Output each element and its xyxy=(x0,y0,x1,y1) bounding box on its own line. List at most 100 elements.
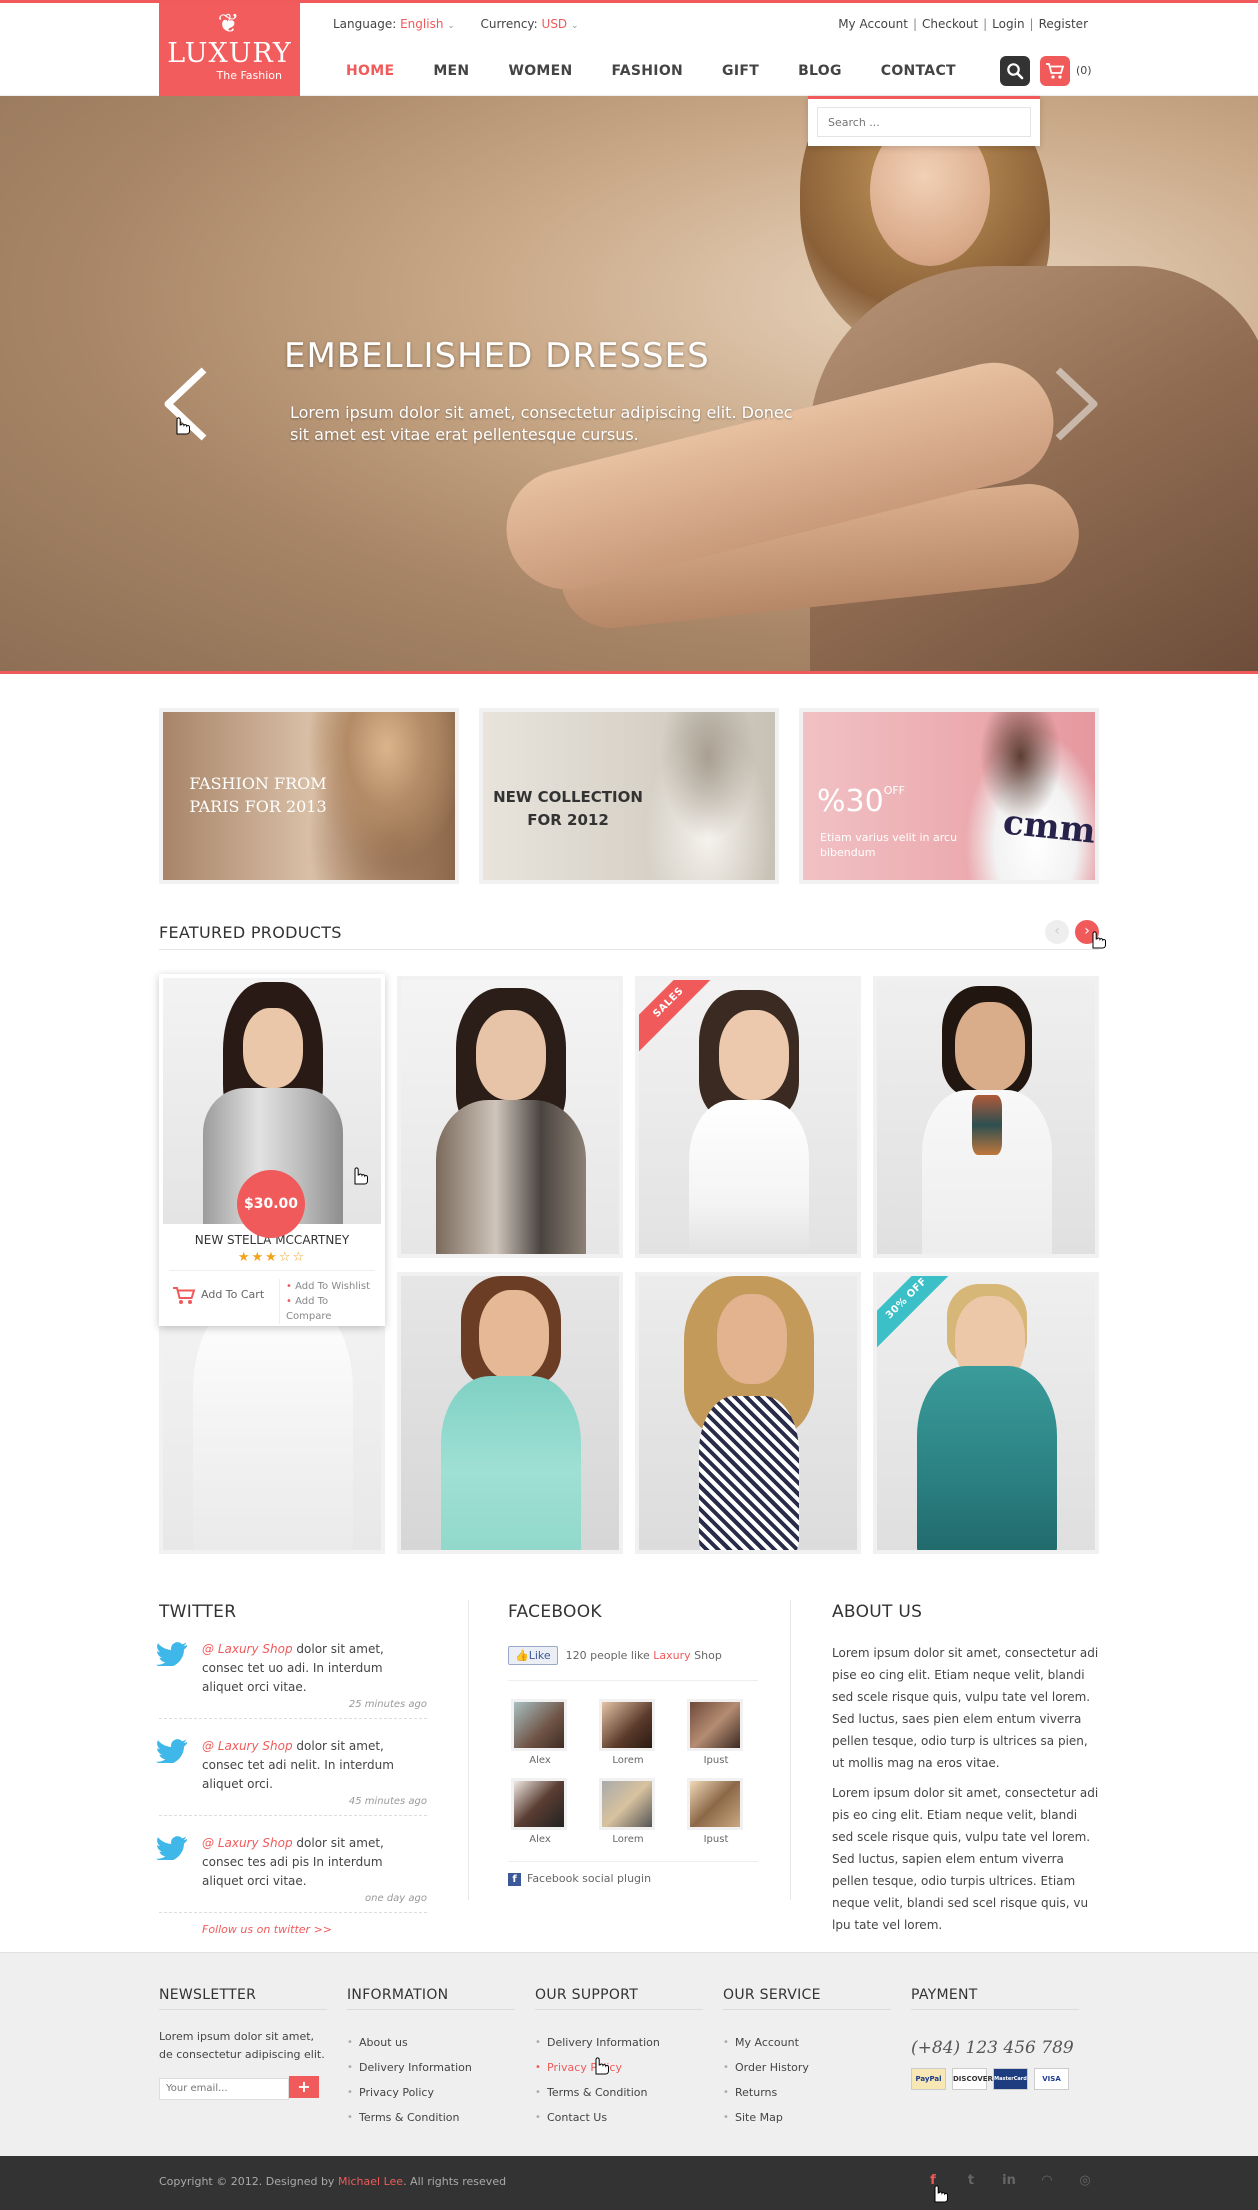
about-paragraph: Lorem ipsum dolor sit amet, consectetur … xyxy=(832,1786,1099,1932)
nav-home[interactable]: HOME xyxy=(346,63,394,79)
footer-link[interactable]: Terms & Condition xyxy=(347,2105,515,2130)
footer-link[interactable]: Returns xyxy=(723,2080,891,2105)
featured-title: FEATURED PRODUCTS xyxy=(159,923,342,942)
cart-button[interactable] xyxy=(1040,56,1070,86)
promo-banner-subtext: Etiam varius velit in arcu bibendum xyxy=(820,831,958,859)
paypal-icon: PayPal xyxy=(911,2068,946,2090)
newsletter-submit-button[interactable]: + xyxy=(289,2076,319,2098)
follow-twitter-link[interactable]: Follow us on twitter >> xyxy=(202,1923,427,1936)
linkedin-icon[interactable]: in xyxy=(1000,2172,1018,2190)
search-input[interactable] xyxy=(817,107,1031,137)
copyright: Copyright © 2012. Designed by Michael Le… xyxy=(159,2175,507,2188)
chevron-down-icon[interactable]: ⌄ xyxy=(571,21,579,31)
footer-link[interactable]: Terms & Condition xyxy=(535,2080,703,2105)
fan-avatar[interactable]: Lorem xyxy=(599,1778,657,1845)
nav-contact[interactable]: CONTACT xyxy=(881,63,956,79)
tweet-handle[interactable]: @ Laxury Shop xyxy=(202,1836,293,1850)
tweet-handle[interactable]: @ Laxury Shop xyxy=(202,1739,293,1753)
promo-banner-collection[interactable]: NEW COLLECTION FOR 2012 xyxy=(479,708,779,884)
product-card[interactable] xyxy=(873,976,1099,1258)
language-select[interactable]: English xyxy=(400,17,443,31)
payment-cards: PayPal DISCOVER MasterCard VISA xyxy=(911,2068,1079,2090)
column-divider xyxy=(790,1600,791,1900)
footer-link-active[interactable]: Privacy Policy xyxy=(535,2055,703,2080)
language-label: Language: xyxy=(333,17,397,31)
hero-text: Lorem ipsum dolor sit amet, consectetur … xyxy=(290,403,793,444)
rating-stars-icon: ★★★☆☆ xyxy=(237,1250,307,1265)
phone-number: (+84) 123 456 789 xyxy=(911,2038,1074,2058)
logo-brand: LUXURY xyxy=(167,38,292,69)
fan-avatar[interactable]: Alex xyxy=(511,1699,569,1766)
fan-avatar[interactable]: Ipust xyxy=(687,1699,745,1766)
locale-switchers: Language: English ⌄ Currency: USD ⌄ xyxy=(333,17,579,31)
product-card[interactable] xyxy=(635,1272,861,1554)
twitter-icon[interactable]: t xyxy=(962,2172,980,2190)
footer-link[interactable]: About us xyxy=(347,2030,515,2055)
add-to-compare-link[interactable]: • Add To Compare xyxy=(286,1294,375,1324)
rss-icon[interactable]: ◠ xyxy=(1038,2172,1056,2190)
designer-link[interactable]: Michael Lee xyxy=(338,2175,403,2188)
search-button[interactable] xyxy=(1000,56,1030,86)
product-actions: Add To Cart • Add To Wishlist • Add To C… xyxy=(169,1270,375,1324)
pointer-cursor-icon xyxy=(354,1167,368,1185)
tweet-handle[interactable]: @ Laxury Shop xyxy=(202,1642,293,1656)
product-card[interactable] xyxy=(397,976,623,1258)
product-card[interactable]: SALES xyxy=(635,976,861,1258)
logo-ornament-icon: ❦ xyxy=(217,9,242,39)
login-link[interactable]: Login xyxy=(992,17,1024,31)
about-paragraph: Lorem ipsum dolor sit amet, consectetur … xyxy=(832,1646,1099,1770)
product-card[interactable] xyxy=(397,1272,623,1554)
hero-title: EMBELLISHED DRESSES xyxy=(284,336,710,376)
promo-banner-sale[interactable]: cmm %30OFF Etiam varius velit in arcu bi… xyxy=(799,708,1099,884)
search-icon xyxy=(1007,63,1024,80)
dribbble-icon[interactable]: ◎ xyxy=(1076,2172,1094,2190)
hero-next-arrow-icon[interactable] xyxy=(1052,364,1102,448)
facebook-widget: FACEBOOK 👍Like 120 people like Laxury Sho… xyxy=(508,1602,758,1886)
footer-link[interactable]: Delivery Information xyxy=(347,2055,515,2080)
product-card[interactable]: 30% OFF xyxy=(873,1272,1099,1554)
service-title: OUR SERVICE xyxy=(723,1987,891,2010)
footer-link[interactable]: Contact Us xyxy=(535,2105,703,2130)
pointer-cursor-icon xyxy=(176,417,190,435)
nav-blog[interactable]: BLOG xyxy=(798,63,842,79)
twitter-widget: TWITTER @ Laxury Shop dolor sit amet, co… xyxy=(156,1602,427,1936)
currency-select[interactable]: USD xyxy=(542,17,568,31)
site-logo[interactable]: ❦ LUXURY The Fashion xyxy=(159,3,300,96)
nav-women[interactable]: WOMEN xyxy=(508,63,572,79)
footer-link[interactable]: Order History xyxy=(723,2055,891,2080)
tweet: @ Laxury Shop dolor sit amet, consec tet… xyxy=(156,1737,427,1816)
promo-banners: FASHION FROM PARIS FOR 2013 NEW COLLECTI… xyxy=(159,708,1099,884)
newsletter-email-input[interactable] xyxy=(159,2077,289,2100)
add-to-wishlist-link[interactable]: • Add To Wishlist xyxy=(286,1279,375,1294)
search-dropdown xyxy=(808,96,1040,146)
featured-prev-button[interactable]: ‹ xyxy=(1045,920,1069,944)
footer-link[interactable]: Privacy Policy xyxy=(347,2080,515,2105)
add-to-cart-button[interactable]: Add To Cart xyxy=(171,1285,264,1305)
my-account-link[interactable]: My Account xyxy=(838,17,908,31)
tweet: @ Laxury Shop dolor sit amet, consec tes… xyxy=(156,1834,427,1913)
support-title: OUR SUPPORT xyxy=(535,1987,703,2010)
product-card-hovered[interactable]: $30.00 NEW STELLA MCCARTNEY ★★★☆☆ Add To… xyxy=(159,974,385,1326)
service-column: OUR SERVICE My Account Order History Ret… xyxy=(723,1987,891,2130)
footer-link[interactable]: Site Map xyxy=(723,2105,891,2130)
featured-header: FEATURED PRODUCTS ‹ › xyxy=(159,920,1099,950)
chevron-down-icon[interactable]: ⌄ xyxy=(447,21,455,31)
footer-link[interactable]: My Account xyxy=(723,2030,891,2055)
site-footer: NEWSLETTER Lorem ipsum dolor sit amet, d… xyxy=(0,1952,1258,2156)
promo-banner-paris[interactable]: FASHION FROM PARIS FOR 2013 xyxy=(159,708,459,884)
nav-gift[interactable]: GIFT xyxy=(722,63,759,79)
tweet-time: 25 minutes ago xyxy=(348,1699,427,1710)
site-header: ❦ LUXURY The Fashion Language: English ⌄… xyxy=(0,3,1258,96)
fan-avatar[interactable]: Alex xyxy=(511,1778,569,1845)
nav-men[interactable]: MEN xyxy=(433,63,469,79)
footer-link[interactable]: Delivery Information xyxy=(535,2030,703,2055)
checkout-link[interactable]: Checkout xyxy=(922,17,978,31)
facebook-like-button[interactable]: 👍Like xyxy=(508,1646,558,1665)
promo-banner-text: NEW COLLECTION FOR 2012 xyxy=(493,788,643,829)
fan-avatar[interactable]: Ipust xyxy=(687,1778,745,1845)
promo-banner-text: FASHION FROM PARIS FOR 2013 xyxy=(189,774,327,816)
nav-fashion[interactable]: FASHION xyxy=(612,63,684,79)
fan-avatar[interactable]: Lorem xyxy=(599,1699,657,1766)
register-link[interactable]: Register xyxy=(1039,17,1088,31)
pointer-cursor-icon xyxy=(1092,931,1106,949)
